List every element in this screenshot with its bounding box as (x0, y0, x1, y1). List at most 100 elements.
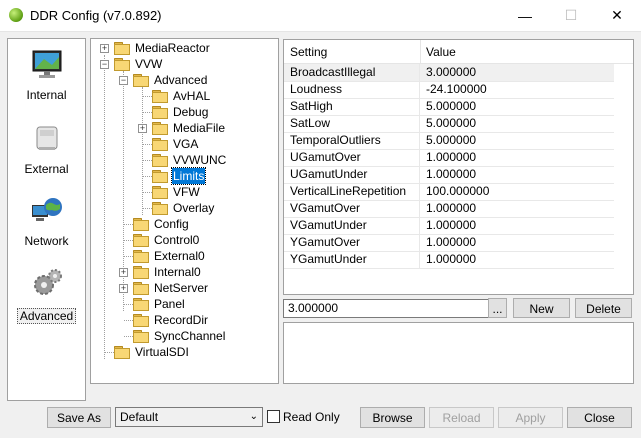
table-row[interactable]: VGamutUnder 1.000000 (284, 217, 614, 235)
close-icon: ✕ (611, 7, 623, 23)
table-row[interactable]: BroadcastIllegal 3.000000 (284, 64, 614, 82)
gears-icon (33, 269, 62, 295)
setting-value-cell[interactable]: 100.000000 (426, 183, 489, 200)
setting-name-cell[interactable]: UGamutOver (284, 149, 420, 166)
tree-node-config[interactable]: Config (91, 216, 278, 232)
folder-icon (114, 42, 130, 55)
tree-node-limits[interactable]: Limits (91, 167, 278, 185)
tree-node-vvwunc[interactable]: VVWUNC (91, 152, 278, 168)
setting-name-cell[interactable]: VGamutUnder (284, 217, 420, 234)
expand-icon[interactable]: + (119, 268, 128, 277)
close-window-button[interactable]: ✕ (594, 0, 640, 31)
setting-value-cell[interactable]: 1.000000 (426, 234, 476, 251)
tree-node-panel[interactable]: Panel (91, 296, 278, 312)
tree-node-netserver[interactable]: + NetServer (91, 280, 278, 296)
nav-item-external[interactable]: External (8, 121, 85, 176)
tree-node-vga[interactable]: VGA (91, 136, 278, 152)
setting-name-cell[interactable]: BroadcastIllegal (284, 64, 420, 81)
browse-button[interactable]: Browse (360, 407, 425, 428)
setting-name-cell[interactable]: VerticalLineRepetition (284, 183, 420, 200)
settings-grid[interactable]: Setting Value BroadcastIllegal 3.000000 Lo… (283, 39, 634, 295)
tree-node-internal0[interactable]: + Internal0 (91, 264, 278, 280)
close-button[interactable]: Close (567, 407, 632, 428)
tree-node-recorddir[interactable]: RecordDir (91, 312, 278, 328)
setting-name-cell[interactable]: SatHigh (284, 98, 420, 115)
setting-value-cell[interactable]: -24.100000 (426, 81, 487, 98)
tree-node-vvw[interactable]: − VVW (91, 56, 278, 72)
table-row[interactable]: YGamutOver 1.000000 (284, 234, 614, 252)
tree-node-overlay[interactable]: Overlay (91, 200, 278, 216)
expand-icon[interactable]: + (119, 284, 128, 293)
setting-value-cell[interactable]: 1.000000 (426, 200, 476, 217)
title-bar: DDR Config (v7.0.892) — ☐ ✕ (0, 0, 641, 32)
setting-value-cell[interactable]: 1.000000 (426, 149, 476, 166)
expand-icon[interactable]: + (100, 44, 109, 53)
setting-name-cell[interactable]: VGamutOver (284, 200, 420, 217)
config-tree[interactable]: + MediaReactor − VVW − Advanced AvHAL De… (90, 38, 279, 384)
profile-select-value: Default (120, 410, 159, 424)
setting-name-cell[interactable]: UGamutUnder (284, 166, 420, 183)
setting-name-cell[interactable]: Loudness (284, 81, 420, 98)
nav-item-internal[interactable]: Internal (8, 47, 85, 102)
table-row[interactable]: YGamutUnder 1.000000 (284, 251, 614, 269)
setting-value-cell[interactable]: 5.000000 (426, 132, 476, 149)
tree-node-external0[interactable]: External0 (91, 248, 278, 264)
new-button[interactable]: New (513, 298, 570, 318)
folder-icon (152, 90, 168, 103)
folder-icon (152, 186, 168, 199)
apply-button[interactable]: Apply (498, 407, 563, 428)
collapse-icon[interactable]: − (119, 76, 128, 85)
setting-value-cell[interactable]: 1.000000 (426, 166, 476, 183)
tree-node-vfw[interactable]: VFW (91, 184, 278, 200)
description-box (283, 322, 634, 384)
tree-node-advanced[interactable]: − Advanced (91, 72, 278, 88)
setting-value-cell[interactable]: 1.000000 (426, 251, 476, 268)
table-row[interactable]: UGamutUnder 1.000000 (284, 166, 614, 184)
table-row[interactable]: TemporalOutliers 5.000000 (284, 132, 614, 150)
table-row[interactable]: UGamutOver 1.000000 (284, 149, 614, 167)
table-row[interactable]: VerticalLineRepetition 100.000000 (284, 183, 614, 201)
nav-item-advanced[interactable]: Advanced (8, 267, 85, 324)
tree-node-mediareactor[interactable]: + MediaReactor (91, 40, 278, 56)
tree-node-syncchannel[interactable]: SyncChannel (91, 328, 278, 344)
reload-button[interactable]: Reload (429, 407, 494, 428)
setting-value-cell[interactable]: 5.000000 (426, 115, 476, 132)
expand-icon[interactable]: + (138, 124, 147, 133)
table-row[interactable]: VGamutOver 1.000000 (284, 200, 614, 218)
read-only-label: Read Only (283, 410, 340, 424)
tree-node-control0[interactable]: Control0 (91, 232, 278, 248)
read-only-checkbox[interactable] (267, 410, 280, 423)
profile-select[interactable]: Default ⌄ (115, 407, 263, 427)
browse-value-button[interactable]: ... (488, 298, 507, 318)
setting-name-cell[interactable]: YGamutOver (284, 234, 420, 251)
nav-label-advanced: Advanced (16, 308, 77, 324)
table-row[interactable]: Loudness -24.100000 (284, 81, 614, 99)
folder-icon (133, 234, 149, 247)
network-globe-icon (31, 198, 62, 221)
folder-icon (133, 314, 149, 327)
tree-node-virtualsdi[interactable]: VirtualSDI (91, 344, 278, 360)
save-as-button[interactable]: Save As (47, 407, 111, 428)
delete-button[interactable]: Delete (575, 298, 632, 318)
setting-name-cell[interactable]: YGamutUnder (284, 251, 420, 268)
value-input[interactable]: 3.000000 (283, 299, 489, 318)
setting-name-cell[interactable]: TemporalOutliers (284, 132, 420, 149)
setting-name-cell[interactable]: SatLow (284, 115, 420, 132)
setting-value-cell[interactable]: 5.000000 (426, 98, 476, 115)
folder-open-icon (133, 74, 149, 87)
setting-value-cell[interactable]: 1.000000 (426, 217, 476, 234)
tree-node-mediafile[interactable]: + MediaFile (91, 120, 278, 136)
column-header-setting[interactable]: Setting (290, 45, 327, 59)
table-row[interactable]: SatLow 5.000000 (284, 115, 614, 133)
column-header-value[interactable]: Value (426, 45, 456, 59)
nav-item-network[interactable]: Network (8, 193, 85, 248)
folder-icon (152, 202, 168, 215)
minimize-button[interactable]: — (502, 0, 548, 31)
tree-node-debug[interactable]: Debug (91, 104, 278, 120)
tree-node-avhal[interactable]: AvHAL (91, 88, 278, 104)
setting-value-cell[interactable]: 3.000000 (426, 64, 476, 81)
maximize-button[interactable]: ☐ (548, 0, 594, 31)
collapse-icon[interactable]: − (100, 60, 109, 69)
folder-icon (133, 298, 149, 311)
table-row[interactable]: SatHigh 5.000000 (284, 98, 614, 116)
